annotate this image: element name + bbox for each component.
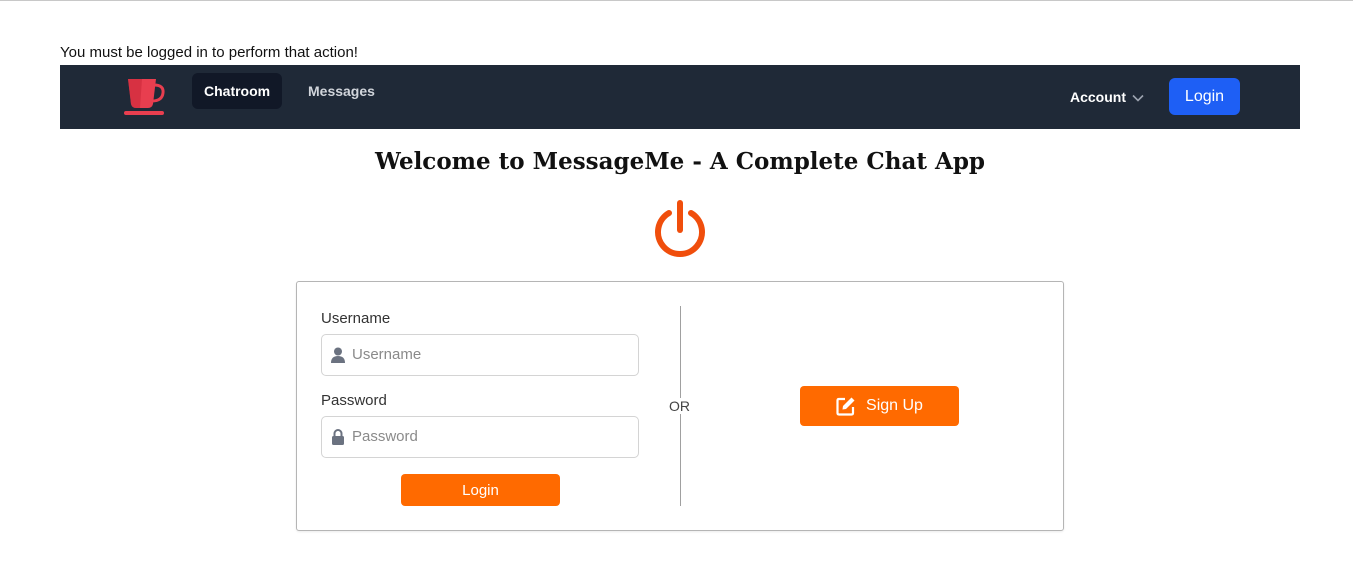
username-input[interactable] [352, 335, 632, 373]
edit-icon [836, 397, 855, 416]
or-separator: OR [669, 398, 690, 414]
top-divider [0, 0, 1353, 1]
password-input[interactable] [352, 417, 632, 455]
username-field-wrapper [321, 334, 639, 376]
navbar-login-button[interactable]: Login [1169, 78, 1240, 115]
login-button[interactable]: Login [401, 474, 560, 506]
chevron-down-icon [1126, 89, 1144, 105]
password-label: Password [321, 392, 387, 409]
flash-message: You must be logged in to perform that ac… [60, 44, 358, 61]
sign-up-button[interactable]: Sign Up [800, 386, 959, 426]
username-label: Username [321, 310, 391, 327]
tab-messages[interactable]: Messages [296, 73, 387, 109]
user-icon [331, 347, 345, 363]
page-title: Welcome to MessageMe - A Complete Chat A… [374, 148, 985, 175]
auth-card: Username Password Login OR Sign Up [296, 281, 1064, 531]
coffee-cup-icon[interactable] [122, 77, 168, 117]
navbar: Chatroom Messages Account Login [60, 65, 1300, 129]
lock-icon [331, 429, 345, 445]
tab-chatroom[interactable]: Chatroom [192, 73, 283, 109]
password-field-wrapper [321, 416, 639, 458]
tab-chatroom-label: Chatroom [204, 83, 271, 99]
sign-up-label: Sign Up [866, 397, 923, 414]
tab-messages-label: Messages [308, 83, 375, 99]
account-dropdown[interactable]: Account [1070, 87, 1144, 107]
power-icon [650, 200, 710, 260]
account-label: Account [1070, 89, 1126, 105]
